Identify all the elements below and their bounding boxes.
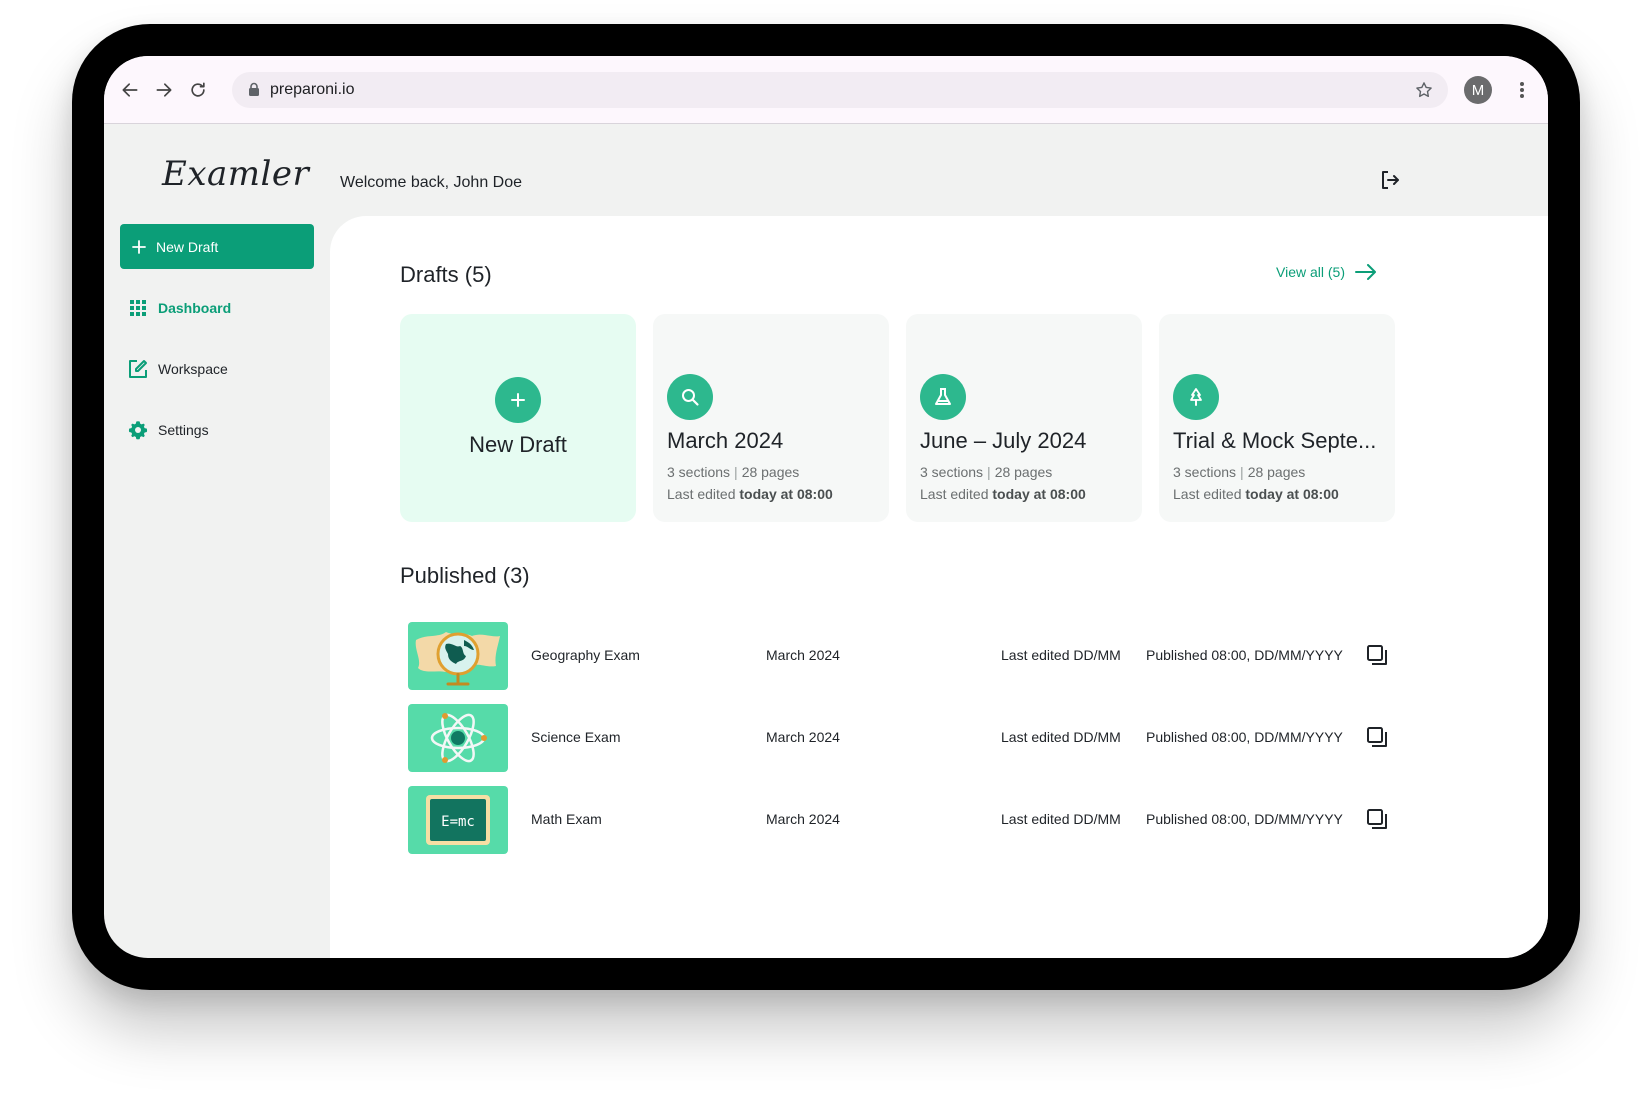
arrow-right-icon [1355, 264, 1376, 280]
exam-last-edited: Last edited DD/MM [1001, 811, 1121, 827]
browser-menu-button[interactable] [1508, 76, 1536, 104]
exam-name: Science Exam [531, 729, 621, 745]
exam-last-edited: Last edited DD/MM [1001, 729, 1121, 745]
reload-button[interactable] [184, 76, 212, 104]
draft-card[interactable]: March 2024 3 sections | 28 pages Last edit… [653, 314, 889, 522]
logout-button[interactable] [1378, 168, 1402, 192]
exam-last-edited: Last edited DD/MM [1001, 647, 1121, 663]
exam-published: Published 08:00, DD/MM/YYYY [1146, 811, 1343, 827]
edited-prefix: Last edited [1173, 486, 1242, 502]
sidebar-item-label: Settings [158, 422, 209, 438]
drafts-heading: Drafts (5) [400, 262, 492, 287]
bookmark-star-icon[interactable] [1414, 80, 1434, 100]
draft-sections: 3 sections [667, 464, 731, 480]
atom-icon [408, 704, 508, 772]
draft-card[interactable]: Trial & Mock Septe... 3 sections | 28 page… [1159, 314, 1395, 522]
arrow-left-icon [122, 83, 138, 97]
tablet-frame: preparoni.io M Examler Welcome back, Joh… [72, 24, 1580, 990]
sidebar-item-dashboard[interactable]: Dashboard [128, 298, 231, 318]
draft-pages: 28 pages [1247, 464, 1306, 480]
browser-toolbar: preparoni.io M [104, 56, 1548, 124]
draft-meta: 3 sections | 28 pages [920, 464, 1053, 480]
draft-last-edited: Last edited today at 08:00 [920, 486, 1086, 502]
draft-last-edited: Last edited today at 08:00 [1173, 486, 1339, 502]
exam-name: Geography Exam [531, 647, 640, 663]
address-bar[interactable]: preparoni.io [232, 72, 1448, 108]
sidebar-item-workspace[interactable]: Workspace [128, 359, 228, 379]
exam-published: Published 08:00, DD/MM/YYYY [1146, 647, 1343, 663]
sidebar-item-settings[interactable]: Settings [128, 420, 209, 440]
url-text[interactable]: preparoni.io [270, 81, 355, 99]
copy-icon[interactable] [1366, 808, 1388, 830]
edited-time: today at 08:00 [1245, 486, 1339, 502]
welcome-message: Welcome back, John Doe [340, 174, 523, 191]
flask-icon [920, 374, 966, 420]
edited-prefix: Last edited [667, 486, 736, 502]
new-draft-card[interactable]: New Draft [400, 314, 636, 522]
lock-icon [249, 82, 259, 96]
view-all-label: View all (5) [1276, 264, 1345, 280]
draft-sections: 3 sections [1173, 464, 1237, 480]
draft-title: Trial & Mock Septe... [1173, 428, 1377, 453]
draft-last-edited: Last edited today at 08:00 [667, 486, 833, 502]
search-icon [667, 374, 713, 420]
edited-time: today at 08:00 [992, 486, 1086, 502]
app-logo[interactable]: Examler [162, 154, 309, 194]
published-heading: Published (3) [400, 563, 530, 588]
sidebar-item-label: Workspace [158, 361, 228, 377]
chalkboard-text: E=mc [441, 814, 475, 830]
view-all-drafts-link[interactable]: View all (5) [1276, 264, 1377, 280]
draft-title: June – July 2024 [920, 428, 1087, 453]
new-draft-label: New Draft [156, 238, 219, 255]
forward-button[interactable] [150, 76, 178, 104]
arrow-right-icon [156, 83, 172, 97]
new-draft-card-label: New Draft [469, 432, 567, 457]
exam-name: Math Exam [531, 811, 602, 827]
reload-icon [191, 82, 205, 97]
grid-icon [128, 298, 148, 318]
table-row[interactable]: E=mc Math Exam March 2024 Last edited DD… [408, 786, 1498, 854]
plus-circle-icon [495, 377, 541, 423]
edited-prefix: Last edited [920, 486, 989, 502]
sidebar-item-label: Dashboard [158, 300, 232, 316]
draft-meta: 3 sections | 28 pages [1173, 464, 1306, 480]
edited-time: today at 08:00 [739, 486, 833, 502]
chalkboard-icon: E=mc [408, 786, 508, 854]
logout-icon [1382, 171, 1399, 189]
table-row[interactable]: Science Exam March 2024 Last edited DD/M… [408, 704, 1498, 772]
tree-icon [1173, 374, 1219, 420]
table-row[interactable]: Geography Exam March 2024 Last edited DD… [408, 622, 1498, 690]
gear-icon [128, 420, 148, 440]
exam-term: March 2024 [766, 811, 840, 827]
exam-term: March 2024 [766, 729, 840, 745]
copy-icon[interactable] [1366, 726, 1388, 748]
draft-pages: 28 pages [994, 464, 1053, 480]
screen: preparoni.io M Examler Welcome back, Joh… [104, 56, 1548, 958]
draft-title: March 2024 [667, 428, 784, 453]
draft-card[interactable]: June – July 2024 3 sections | 28 pages Las… [906, 314, 1142, 522]
more-vertical-icon [1520, 82, 1524, 98]
draft-pages: 28 pages [741, 464, 800, 480]
exam-published: Published 08:00, DD/MM/YYYY [1146, 729, 1343, 745]
edit-icon [128, 359, 148, 379]
draft-sections: 3 sections [920, 464, 984, 480]
globe-icon [408, 622, 508, 690]
plus-icon [132, 239, 146, 254]
draft-meta: 3 sections | 28 pages [667, 464, 800, 480]
sidebar-new-draft-button[interactable]: New Draft [120, 224, 314, 269]
main-content: Drafts (5) View all (5) New Draft March … [330, 216, 1548, 958]
profile-avatar[interactable]: M [1464, 76, 1492, 104]
copy-icon[interactable] [1366, 644, 1388, 666]
exam-term: March 2024 [766, 647, 840, 663]
back-button[interactable] [116, 76, 144, 104]
